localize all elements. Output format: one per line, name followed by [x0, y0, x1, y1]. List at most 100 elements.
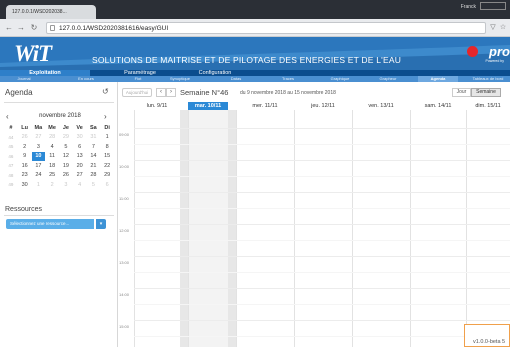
weekday-header: Lu — [21, 124, 28, 131]
hour-line — [134, 256, 510, 257]
hour-label: 12:00 — [119, 228, 130, 233]
calendar-day[interactable]: 2 — [45, 180, 59, 190]
day-column[interactable] — [352, 110, 410, 347]
day-column[interactable] — [410, 110, 466, 347]
refresh-icon[interactable]: ↺ — [102, 87, 109, 96]
calendar-day[interactable]: 13 — [73, 152, 87, 162]
half-hour-line — [134, 272, 510, 273]
forward-arrow-icon[interactable]: → — [16, 22, 26, 34]
day-header[interactable]: sam. 14/11 — [410, 102, 466, 110]
browser-tab[interactable]: 127.0.0.1/WSD202038... — [6, 5, 96, 19]
week-grid: lun. 9/11 mar. 10/11 mer. 11/11 jeu. 12/11 v… — [118, 100, 510, 347]
day-column[interactable] — [466, 110, 510, 347]
calendar-day[interactable]: 12 — [59, 152, 73, 162]
calendar-day[interactable]: 18 — [45, 161, 59, 171]
calendar-day[interactable]: 10 — [31, 151, 46, 161]
hour-line — [134, 320, 510, 321]
calendar-day[interactable]: 23 — [18, 171, 32, 181]
calendar-day[interactable]: 20 — [73, 161, 87, 171]
calendar-next-month-icon[interactable]: › — [104, 112, 107, 121]
hour-line — [134, 192, 510, 193]
week-number[interactable]: 49 — [4, 180, 18, 190]
divider — [4, 102, 114, 103]
calendar-day[interactable]: 5 — [87, 180, 101, 190]
calendar-day[interactable]: 30 — [73, 133, 87, 143]
calendar-day[interactable]: 4 — [45, 142, 59, 152]
calendar-week-row: 49 30 1 2 3 4 5 6 — [4, 180, 114, 190]
day-header[interactable]: lun. 9/11 — [134, 102, 180, 110]
calendar-day[interactable]: 28 — [87, 171, 101, 181]
day-header[interactable]: ven. 13/11 — [352, 102, 410, 110]
bookmark-star-icon[interactable]: ☆ — [498, 22, 508, 34]
day-column[interactable] — [188, 110, 228, 347]
hour-line — [134, 288, 510, 289]
calendar-day[interactable]: 24 — [32, 171, 46, 181]
today-button[interactable]: Aujourd'hui — [122, 88, 152, 97]
day-column[interactable] — [294, 110, 352, 347]
day-column[interactable] — [236, 110, 294, 347]
calendar-day[interactable]: 8 — [100, 142, 114, 152]
weekday-header: Di — [104, 124, 110, 131]
calendar-day[interactable]: 4 — [73, 180, 87, 190]
calendar-day[interactable]: 26 — [59, 171, 73, 181]
weekday-header: Me — [48, 124, 56, 131]
resource-select[interactable]: Sélectionnez une ressource... — [6, 219, 94, 229]
calendar-day[interactable]: 25 — [45, 171, 59, 181]
calendar-day[interactable]: 3 — [59, 180, 73, 190]
week-number[interactable]: 44 — [4, 133, 18, 143]
week-number[interactable]: 46 — [4, 152, 18, 162]
week-number[interactable]: 48 — [4, 171, 18, 181]
reload-icon[interactable]: ↻ — [29, 22, 39, 34]
weekday-header: Je — [62, 124, 69, 131]
column-separator — [228, 110, 236, 347]
week-number[interactable]: 47 — [4, 161, 18, 171]
calendar-day[interactable]: 3 — [32, 142, 46, 152]
browser-user-name[interactable]: Franck — [461, 4, 476, 10]
calendar-day[interactable]: 17 — [32, 161, 46, 171]
back-arrow-icon[interactable]: ← — [4, 22, 14, 34]
calendar-day[interactable]: 30 — [18, 180, 32, 190]
calendar-day[interactable]: 21 — [87, 161, 101, 171]
day-header[interactable]: mar. 10/11 — [188, 102, 228, 110]
url-input[interactable]: 127.0.0.1/WSD2020381616/easy/GUI — [46, 22, 486, 34]
prev-week-button[interactable]: ‹ — [156, 88, 166, 97]
day-view-button[interactable]: Jour — [452, 88, 471, 97]
calendar-prev-month-icon[interactable]: ‹ — [6, 112, 9, 121]
calendar-day[interactable]: 29 — [59, 133, 73, 143]
week-number-header: # — [9, 124, 13, 131]
calendar-day[interactable]: 15 — [100, 152, 114, 162]
day-header[interactable]: jeu. 12/11 — [294, 102, 352, 110]
day-header[interactable]: dim. 15/11 — [466, 102, 510, 110]
brand-slogan: SOLUTIONS DE MAITRISE ET DE PILOTAGE DES… — [92, 55, 402, 65]
calendar-day[interactable]: 6 — [73, 142, 87, 152]
calendar-day[interactable]: 7 — [87, 142, 101, 152]
calendar-day[interactable]: 1 — [32, 180, 46, 190]
calendar-day[interactable]: 26 — [18, 133, 32, 143]
calendar-day[interactable]: 22 — [100, 161, 114, 171]
calendar-day[interactable]: 16 — [18, 161, 32, 171]
divider — [4, 215, 114, 216]
hour-label: 15:00 — [119, 324, 130, 329]
calendar-day[interactable]: 6 — [100, 180, 114, 190]
day-column[interactable] — [134, 110, 180, 347]
chevron-down-icon[interactable]: ▾ — [96, 219, 106, 229]
calendar-day[interactable]: 19 — [59, 161, 73, 171]
calendar-day[interactable]: 14 — [87, 152, 101, 162]
calendar-day[interactable]: 5 — [59, 142, 73, 152]
calendar-day[interactable]: 11 — [45, 152, 59, 162]
powered-by-label: Powered by — [485, 59, 504, 63]
calendar-day[interactable]: 31 — [87, 133, 101, 143]
calendar-day[interactable]: 2 — [18, 142, 32, 152]
week-view-button[interactable]: Semaine — [471, 88, 501, 97]
calendar-day[interactable]: 28 — [45, 133, 59, 143]
day-header[interactable]: mer. 11/11 — [236, 102, 294, 110]
calendar-day[interactable]: 29 — [100, 171, 114, 181]
week-number[interactable]: 45 — [4, 142, 18, 152]
calendar-day[interactable]: 9 — [18, 152, 32, 162]
calendar-day[interactable]: 27 — [73, 171, 87, 181]
window-controls[interactable] — [480, 2, 506, 10]
calendar-day[interactable]: 1 — [100, 133, 114, 143]
next-week-button[interactable]: › — [166, 88, 176, 97]
filter-icon[interactable]: ▽ — [488, 22, 498, 34]
calendar-day[interactable]: 27 — [32, 133, 46, 143]
